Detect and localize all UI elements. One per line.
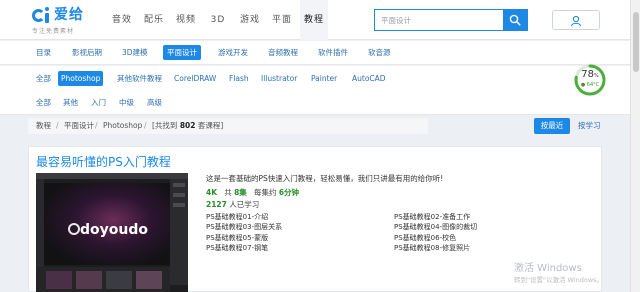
windows-activation-watermark: 激活 Windows 转到"设置"以激活 Windows。 bbox=[514, 263, 603, 285]
category-graphic-design[interactable]: 平面设计 bbox=[163, 45, 201, 60]
breadcrumb-photoshop[interactable]: Photoshop bbox=[103, 118, 142, 134]
topnav-sound[interactable]: 音效 bbox=[108, 0, 136, 40]
breadcrumb-separator: / bbox=[144, 121, 147, 130]
result-count: [共找到 802 套课程] bbox=[152, 121, 224, 130]
filter-software-photoshop[interactable]: Photoshop bbox=[58, 71, 104, 86]
filter-software-illustrator[interactable]: Illustrator bbox=[258, 71, 300, 86]
breadcrumb: 教程 / 平面设计 / Photoshop / [共找到 802 套课程] bbox=[28, 118, 428, 134]
logo-icon bbox=[32, 6, 50, 24]
filter-software-painter[interactable]: Painter bbox=[308, 71, 340, 86]
category-soft-synth[interactable]: 软音源 bbox=[364, 45, 395, 60]
course-episodes: 8集 bbox=[234, 188, 247, 197]
filter-level-beginner[interactable]: 入门 bbox=[91, 96, 106, 110]
search-box bbox=[374, 9, 528, 31]
sort-popular-link[interactable]: 按学习 bbox=[578, 118, 601, 134]
topnav-graphic[interactable]: 平面 bbox=[268, 0, 296, 40]
topnav-music[interactable]: 配乐 bbox=[140, 0, 168, 40]
filter-software-other[interactable]: 其他软件教程 bbox=[114, 71, 165, 86]
filter-software-coreldraw[interactable]: CorelDRAW bbox=[171, 71, 219, 86]
course-duration: 6分钟 bbox=[278, 188, 300, 197]
category-post-production[interactable]: 影视后期 bbox=[68, 45, 106, 60]
lesson-link[interactable]: PS基础教程04-图像的裁切 bbox=[394, 222, 477, 232]
category-bar: 目录 影视后期 3D建模 平面设计 游戏开发 音频教程 软件插件 软音源 bbox=[0, 41, 640, 65]
level-filter: 全部 其他 入门 中级 高级 bbox=[0, 91, 640, 115]
thumbnail-brand: doyoudo bbox=[80, 222, 148, 238]
lesson-link[interactable]: PS基础教程03-图层关系 bbox=[206, 222, 282, 232]
top-nav: 音效 配乐 视频 3D 游戏 平面 教程 bbox=[108, 0, 332, 40]
lesson-link[interactable]: PS基础教程05-蒙版 bbox=[206, 233, 268, 243]
category-audio[interactable]: 音频教程 bbox=[264, 45, 302, 60]
course-learners: 2127 人已学习 bbox=[206, 200, 260, 209]
lesson-link[interactable]: PS基础教程02-准备工作 bbox=[394, 212, 470, 222]
logo-text: 爱给 bbox=[54, 7, 84, 23]
breadcrumb-separator: / bbox=[56, 121, 59, 130]
user-icon bbox=[570, 15, 582, 27]
logo-tagline: 专注免费素材 bbox=[32, 28, 75, 35]
breadcrumb-separator: / bbox=[95, 121, 98, 130]
filter-level-other[interactable]: 其他 bbox=[63, 96, 78, 110]
watermark-title: 激活 Windows bbox=[514, 263, 582, 274]
lesson-link[interactable]: PS基础教程01-介绍 bbox=[206, 212, 268, 222]
category-catalog[interactable]: 目录 bbox=[32, 45, 55, 60]
lesson-link[interactable]: PS基础教程06-校色 bbox=[394, 233, 456, 243]
filter-software-flash[interactable]: Flash bbox=[226, 71, 252, 86]
site-header: 爱给 专注免费素材 音效 配乐 视频 3D 游戏 平面 教程 bbox=[0, 0, 640, 40]
search-button[interactable] bbox=[503, 10, 527, 30]
course-description: 这是一套基础的PS快速入门教程，轻松易懂，我们只讲最有用的给你听! bbox=[206, 174, 444, 183]
page-scrollbar[interactable] bbox=[630, 0, 640, 292]
filter-level-advanced[interactable]: 高级 bbox=[147, 96, 162, 110]
scrollbar-thumb[interactable] bbox=[633, 12, 639, 72]
sort-latest-button[interactable]: 按最近 bbox=[534, 118, 570, 134]
gauge-percent: 78% bbox=[581, 69, 599, 80]
filter-level-all[interactable]: 全部 bbox=[36, 96, 51, 110]
search-input[interactable] bbox=[375, 10, 503, 30]
filter-software-all[interactable]: 全部 bbox=[33, 71, 54, 86]
topnav-tutorial[interactable]: 教程 bbox=[300, 0, 328, 40]
course-stats: 4K 共 8集 每集约 6分钟 bbox=[206, 188, 300, 197]
performance-gauge[interactable]: 78% ● 64°C bbox=[574, 64, 606, 96]
course-thumbnail[interactable]: doyoudo bbox=[36, 173, 188, 292]
software-filter: 全部 Photoshop 其他软件教程 CorelDRAW Flash Illu… bbox=[0, 66, 640, 91]
course-title[interactable]: 最容易听懂的PS入门教程 bbox=[36, 154, 171, 170]
breadcrumb-graphic-design[interactable]: 平面设计 bbox=[64, 118, 94, 134]
lesson-link[interactable]: PS基础教程08-修复照片 bbox=[394, 243, 470, 253]
site-logo[interactable]: 爱给 bbox=[32, 6, 84, 24]
category-game-dev[interactable]: 游戏开发 bbox=[214, 45, 252, 60]
topnav-video[interactable]: 视频 bbox=[172, 0, 200, 40]
topnav-3d[interactable]: 3D bbox=[204, 0, 232, 40]
topnav-game[interactable]: 游戏 bbox=[236, 0, 264, 40]
filter-level-intermediate[interactable]: 中级 bbox=[119, 96, 134, 110]
category-3d-modeling[interactable]: 3D建模 bbox=[118, 45, 152, 60]
user-button[interactable] bbox=[552, 10, 600, 30]
category-plugins[interactable]: 软件插件 bbox=[314, 45, 352, 60]
course-quality: 4K bbox=[206, 188, 218, 197]
watermark-subtitle: 转到"设置"以激活 Windows。 bbox=[514, 276, 604, 284]
filter-software-autocad[interactable]: AutoCAD bbox=[349, 71, 389, 86]
doyoudo-logo-icon bbox=[68, 223, 80, 235]
breadcrumb-tutorial[interactable]: 教程 bbox=[36, 118, 51, 134]
lesson-link[interactable]: PS基础教程07-钢笔 bbox=[206, 243, 268, 253]
search-icon bbox=[509, 14, 521, 26]
gauge-temperature: ● 64°C bbox=[580, 82, 600, 88]
